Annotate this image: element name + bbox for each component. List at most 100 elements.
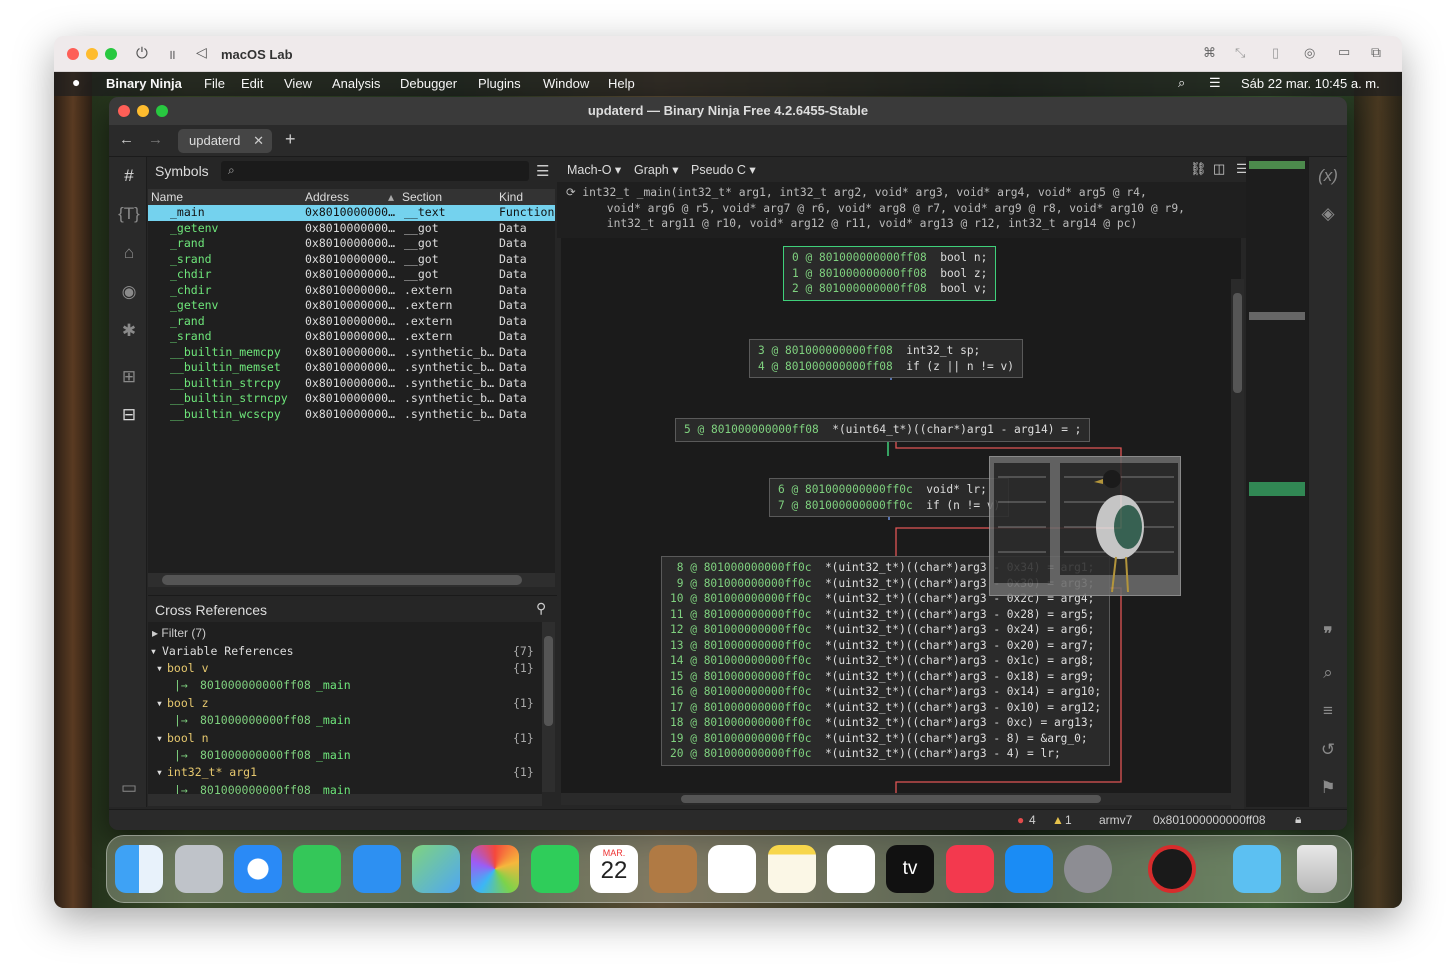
- symbol-row[interactable]: __builtin_strcpy 0x8010000000… .synthetic_…: [148, 376, 555, 392]
- network-icon[interactable]: ◎: [1304, 45, 1315, 61]
- menu-analysis[interactable]: Analysis: [332, 76, 380, 91]
- il-line[interactable]: 17 @ 801000000000ff0c *(uint32_t*)((char…: [670, 700, 1101, 716]
- xrefs-icon[interactable]: ⊟: [118, 404, 140, 426]
- lock-icon[interactable]: 🔒︎: [1295, 812, 1301, 827]
- symbol-row[interactable]: _main 0x8010000000… __text Function: [148, 205, 555, 221]
- finder-icon[interactable]: [115, 845, 163, 893]
- symbol-row[interactable]: _getenv 0x8010000000… .extern Data: [148, 298, 555, 314]
- col-kind[interactable]: Kind: [499, 189, 523, 205]
- folder-share-icon[interactable]: ▭: [1338, 44, 1350, 60]
- outline-icon[interactable]: ≡: [1317, 700, 1339, 722]
- reminders-icon[interactable]: [708, 845, 756, 893]
- pin-icon[interactable]: ⚲: [536, 600, 546, 617]
- arch-label[interactable]: armv7: [1099, 813, 1132, 827]
- launchpad-icon[interactable]: [175, 845, 223, 893]
- symbol-row[interactable]: _srand 0x8010000000… __got Data: [148, 252, 555, 268]
- console-icon[interactable]: ▭: [118, 777, 140, 799]
- feedback-icon[interactable]: ⚑: [1317, 777, 1339, 799]
- il-line[interactable]: 12 @ 801000000000ff0c *(uint32_t*)((char…: [670, 622, 1101, 638]
- pause-icon[interactable]: ॥: [168, 45, 176, 63]
- graph-hscrollbar[interactable]: [561, 793, 1231, 805]
- variables-icon[interactable]: (x): [1317, 165, 1339, 187]
- menu-binary-ninja[interactable]: Binary Ninja: [106, 76, 182, 91]
- facetime-icon[interactable]: [531, 845, 579, 893]
- xrefs-vscrollbar[interactable]: [542, 622, 555, 792]
- hierarchy-icon[interactable]: ⊞: [118, 366, 140, 388]
- il-line[interactable]: 16 @ 801000000000ff0c *(uint32_t*)((char…: [670, 684, 1101, 700]
- symbol-row[interactable]: _srand 0x8010000000… .extern Data: [148, 329, 555, 345]
- il-line[interactable]: 19 @ 801000000000ff0c *(uint32_t*)((char…: [670, 731, 1101, 747]
- menu-edit[interactable]: Edit: [241, 76, 263, 91]
- messages-icon[interactable]: [293, 845, 341, 893]
- minimap[interactable]: [1246, 157, 1308, 807]
- il-line[interactable]: 4 @ 801000000000ff08 if (z || n != v): [758, 359, 1014, 375]
- safari-icon[interactable]: [234, 845, 282, 893]
- freeform-icon[interactable]: [827, 845, 875, 893]
- symbols-search-input[interactable]: ⌕: [221, 161, 529, 181]
- history-icon[interactable]: ↺: [1317, 739, 1339, 761]
- back-arrow-icon[interactable]: ←: [119, 131, 134, 148]
- forward-arrow-icon[interactable]: →: [148, 131, 163, 148]
- xrefs-hscrollbar[interactable]: [148, 794, 542, 806]
- il-line[interactable]: 15 @ 801000000000ff0c *(uint32_t*)((char…: [670, 669, 1101, 685]
- filter-row[interactable]: ▸ Filter (7): [152, 626, 206, 640]
- control-center-icon[interactable]: ☰: [1209, 75, 1221, 91]
- resize-icon[interactable]: ⤡: [1235, 45, 1245, 61]
- music-icon[interactable]: [946, 845, 994, 893]
- symbol-row[interactable]: _chdir 0x8010000000… .extern Data: [148, 283, 555, 299]
- menu-help[interactable]: Help: [608, 76, 635, 91]
- warning-icon[interactable]: ▲: [1052, 813, 1064, 827]
- symbol-row[interactable]: _rand 0x8010000000… .extern Data: [148, 314, 555, 330]
- calendar-icon[interactable]: MAR. 22: [590, 845, 638, 893]
- vm-close-button[interactable]: [67, 48, 79, 60]
- scroll-thumb[interactable]: [1233, 293, 1242, 393]
- windows-icon[interactable]: ⧉: [1371, 44, 1381, 61]
- il-line[interactable]: 6 @ 801000000000ff0c void* lr;: [778, 482, 1000, 498]
- system-settings-icon[interactable]: [1064, 845, 1112, 893]
- il-line[interactable]: 3 @ 801000000000ff08 int32_t sp;: [758, 343, 1014, 359]
- current-address[interactable]: 0x801000000000ff08: [1153, 813, 1266, 827]
- menu-file[interactable]: File: [204, 76, 225, 91]
- view-menu-pseudoc[interactable]: Pseudo C ▾: [691, 162, 756, 177]
- menu-plugins[interactable]: Plugins: [478, 76, 521, 91]
- il-line[interactable]: 1 @ 801000000000ff08 bool z;: [792, 266, 987, 282]
- debugger-icon[interactable]: ✱: [118, 320, 140, 342]
- il-line[interactable]: 7 @ 801000000000ff0c if (n != v): [778, 498, 1000, 514]
- search-icon[interactable]: ⌕: [1178, 75, 1185, 91]
- symbol-row[interactable]: _getenv 0x8010000000… __got Data: [148, 221, 555, 237]
- col-address[interactable]: Address: [305, 189, 349, 205]
- tab-updaterd[interactable]: updaterd ✕: [178, 129, 272, 153]
- symbol-row[interactable]: __builtin_memset 0x8010000000… .synthetic_…: [148, 360, 555, 376]
- link-icon[interactable]: ⛓: [1190, 161, 1207, 177]
- contacts-icon[interactable]: [649, 845, 697, 893]
- il-line[interactable]: 13 @ 801000000000ff0c *(uint32_t*)((char…: [670, 638, 1101, 654]
- graph-view[interactable]: 0 @ 801000000000ff08 bool n; 1 @ 80100000…: [561, 238, 1241, 798]
- close-tab-icon[interactable]: ✕: [253, 129, 264, 153]
- photos-icon[interactable]: [471, 845, 519, 893]
- il-line[interactable]: 20 @ 801000000000ff0c *(uint32_t*)((char…: [670, 746, 1101, 762]
- symbol-row[interactable]: _chdir 0x8010000000… __got Data: [148, 267, 555, 283]
- basic-block[interactable]: 6 @ 801000000000ff0c void* lr; 7 @ 801000…: [769, 478, 1010, 517]
- notes-icon[interactable]: [768, 845, 816, 893]
- view-menu-graph[interactable]: Graph ▾: [634, 162, 679, 177]
- appletv-icon[interactable]: tv: [886, 845, 934, 893]
- apple-icon[interactable]: ●: [72, 74, 80, 90]
- menubar-clock[interactable]: Sáb 22 mar. 10:45 a. m.: [1241, 76, 1380, 91]
- symbol-row[interactable]: __builtin_memcpy 0x8010000000… .synthetic_…: [148, 345, 555, 361]
- il-line[interactable]: 5 @ 801000000000ff08 *(uint64_t*)((char*…: [684, 422, 1081, 438]
- split-view-icon[interactable]: ◫: [1213, 161, 1225, 177]
- scroll-thumb[interactable]: [544, 636, 553, 726]
- appstore-icon[interactable]: [1005, 845, 1053, 893]
- col-name[interactable]: Name: [151, 189, 183, 205]
- menu-view[interactable]: View: [284, 76, 312, 91]
- symbol-row[interactable]: _rand 0x8010000000… __got Data: [148, 236, 555, 252]
- downloads-folder-icon[interactable]: [1233, 845, 1281, 893]
- basic-block[interactable]: 3 @ 801000000000ff08 int32_t sp; 4 @ 8010…: [749, 339, 1023, 378]
- sort-asc-icon[interactable]: ▴: [388, 189, 394, 205]
- graph-vscrollbar[interactable]: [1231, 279, 1244, 819]
- mail-icon[interactable]: [353, 845, 401, 893]
- comments-icon[interactable]: ❞: [1317, 623, 1339, 645]
- usb-icon[interactable]: ▯: [1272, 45, 1279, 61]
- binary-ninja-dock-icon[interactable]: [1148, 845, 1196, 893]
- menu-window[interactable]: Window: [543, 76, 589, 91]
